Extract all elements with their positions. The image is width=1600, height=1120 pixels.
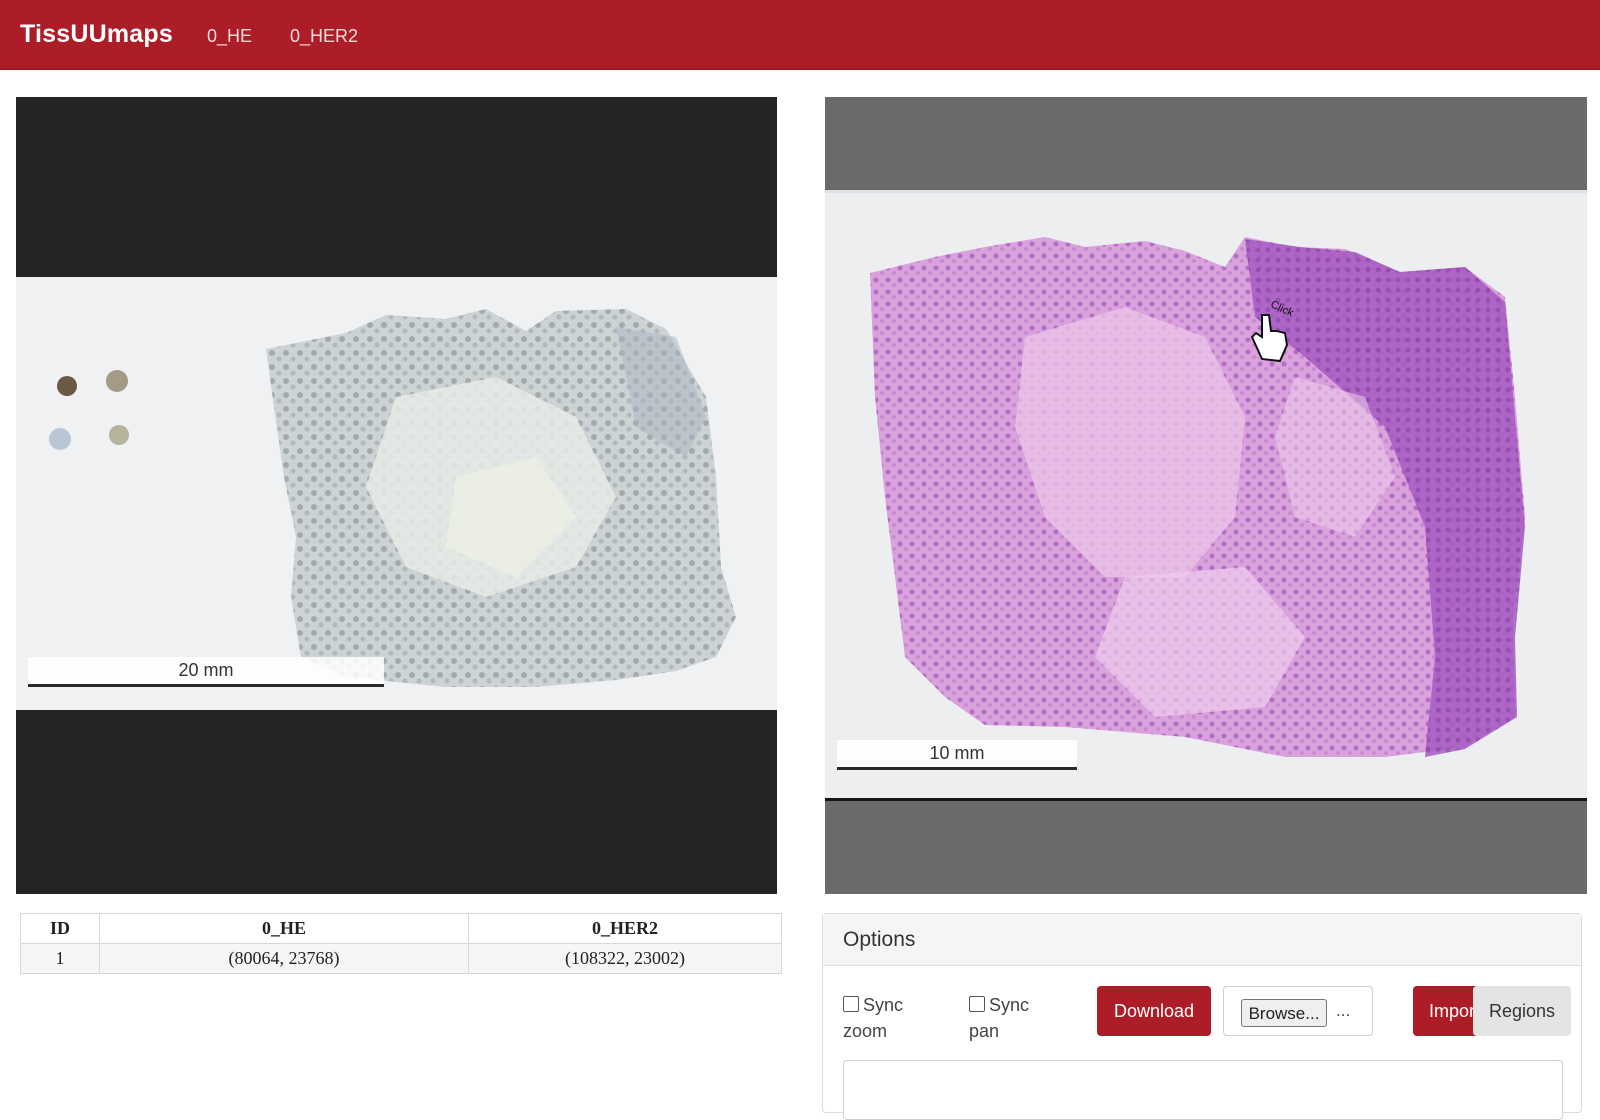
left-tissue-image	[49, 309, 736, 687]
sync-pan-checkbox[interactable]	[969, 996, 985, 1012]
download-button[interactable]: Download	[1097, 986, 1211, 1036]
top-navbar: TissUUmaps 0_HE 0_HER2	[0, 0, 1600, 70]
sync-pan-label-1: Sync	[989, 995, 1030, 1015]
sync-pan-label-2: pan	[969, 1021, 1000, 1041]
sync-zoom-control[interactable]: Sync zoom	[843, 992, 933, 1044]
nav-link-0-her2[interactable]: 0_HER2	[290, 26, 358, 47]
sync-zoom-label-2: zoom	[843, 1021, 888, 1041]
right-tissue-image	[870, 237, 1525, 757]
column-header-0-he: 0_HE	[99, 913, 469, 944]
cell-0-her2: (108322, 23002)	[468, 943, 782, 974]
options-textarea[interactable]	[843, 1060, 1563, 1120]
left-image-viewer[interactable]: 20 mm	[16, 97, 777, 894]
file-name-text: ...	[1336, 1001, 1351, 1020]
regions-button[interactable]: Regions	[1473, 986, 1571, 1036]
table-header-row: ID 0_HE 0_HER2	[20, 913, 782, 944]
left-scalebar: 20 mm	[28, 657, 384, 687]
file-input[interactable]: Browse... ...	[1223, 986, 1373, 1036]
cell-0-he: (80064, 23768)	[99, 943, 469, 974]
cell-id: 1	[20, 943, 100, 974]
right-scalebar: 10 mm	[837, 740, 1077, 770]
sync-zoom-checkbox[interactable]	[843, 996, 859, 1012]
options-panel: Options Sync zoom Sync pan Download Brow…	[822, 913, 1582, 1120]
table-row[interactable]: 1 (80064, 23768) (108322, 23002)	[20, 943, 782, 974]
sync-zoom-label-1: Sync	[863, 995, 904, 1015]
right-image-viewer[interactable]: Click 10 mm	[825, 97, 1587, 894]
nav-link-0-he[interactable]: 0_HE	[207, 26, 252, 47]
column-header-id: ID	[20, 913, 100, 944]
brand-title[interactable]: TissUUmaps	[20, 20, 173, 49]
options-title: Options	[823, 914, 1581, 966]
landmarks-table: ID 0_HE 0_HER2 1 (80064, 23768) (108322,…	[20, 913, 782, 974]
sync-pan-control[interactable]: Sync pan	[969, 992, 1059, 1044]
browse-button[interactable]: Browse...	[1241, 999, 1327, 1027]
column-header-0-her2: 0_HER2	[468, 913, 782, 944]
